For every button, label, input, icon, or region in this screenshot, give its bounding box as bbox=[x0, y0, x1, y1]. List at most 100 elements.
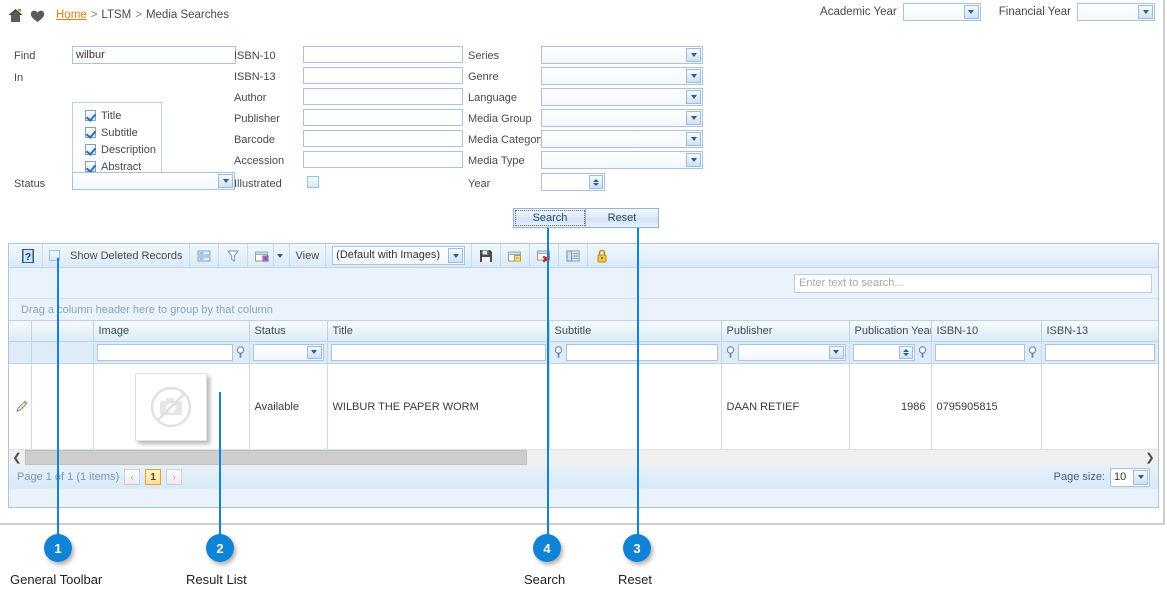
filter-options-icon[interactable] bbox=[1027, 345, 1038, 359]
export-icon bbox=[254, 248, 270, 264]
filter-spinner-buttons[interactable] bbox=[898, 345, 913, 359]
scroll-right-arrow-icon[interactable]: ❯ bbox=[1142, 449, 1158, 465]
favorite-heart-icon[interactable] bbox=[28, 6, 47, 25]
pager-next-button[interactable]: › bbox=[166, 469, 183, 485]
language-dropdown-button[interactable] bbox=[686, 90, 701, 104]
checkbox-subtitle[interactable] bbox=[85, 127, 96, 138]
status-dropdown-button[interactable] bbox=[218, 174, 233, 188]
status-dropdown[interactable] bbox=[72, 172, 235, 190]
show-deleted-records-toggle[interactable]: Show Deleted Records bbox=[43, 244, 190, 267]
delete-view-button[interactable] bbox=[530, 244, 560, 267]
checkbox-description[interactable] bbox=[85, 144, 96, 155]
pager-prev-button[interactable]: ‹ bbox=[124, 469, 141, 485]
filter-button[interactable] bbox=[219, 244, 248, 267]
filter-dropdown-status[interactable] bbox=[252, 343, 324, 361]
column-chooser-button[interactable] bbox=[559, 244, 589, 267]
checkbox-title[interactable] bbox=[85, 110, 96, 121]
series-dropdown[interactable] bbox=[541, 46, 703, 64]
checkbox-abstract[interactable] bbox=[85, 161, 96, 172]
scrollbar-track[interactable] bbox=[25, 449, 1142, 465]
media-group-dropdown-button[interactable] bbox=[686, 111, 701, 125]
filter-options-icon[interactable] bbox=[553, 345, 564, 359]
checkbox-row-description[interactable]: Description bbox=[73, 141, 161, 158]
show-deleted-records-label: Show Deleted Records bbox=[70, 249, 183, 262]
view-dropdown-button[interactable] bbox=[448, 248, 464, 263]
scroll-left-arrow-icon[interactable]: ❮ bbox=[9, 449, 25, 465]
media-type-dropdown[interactable] bbox=[541, 151, 703, 169]
column-header-subtitle[interactable]: Subtitle bbox=[549, 321, 722, 342]
annotation-leader-3 bbox=[637, 228, 639, 536]
column-header-image[interactable]: Image bbox=[93, 321, 250, 342]
grid-search-input[interactable] bbox=[794, 273, 1152, 293]
academic-year-dropdown-button[interactable] bbox=[963, 5, 979, 19]
barcode-input[interactable] bbox=[303, 130, 463, 147]
find-input[interactable] bbox=[72, 46, 236, 64]
filter-dropdown-publisher[interactable] bbox=[737, 343, 846, 361]
media-type-dropdown-button[interactable] bbox=[686, 153, 701, 167]
financial-year-dropdown-button[interactable] bbox=[1138, 5, 1153, 19]
chevron-down-icon bbox=[276, 253, 283, 258]
column-header-title[interactable]: Title bbox=[327, 321, 550, 342]
pager-page-1-button[interactable]: 1 bbox=[145, 469, 162, 485]
breadcrumb-home-link[interactable]: Home bbox=[56, 9, 87, 21]
series-dropdown-button[interactable] bbox=[686, 48, 701, 62]
filter-dropdown-status-button[interactable] bbox=[306, 345, 322, 359]
filter-input-title[interactable] bbox=[330, 343, 546, 361]
new-view-button[interactable] bbox=[501, 244, 531, 267]
illustrated-checkbox[interactable] bbox=[307, 176, 319, 188]
column-header-publisher[interactable]: Publisher bbox=[721, 321, 850, 342]
filter-options-icon[interactable] bbox=[235, 345, 246, 359]
edit-pencil-icon[interactable] bbox=[14, 399, 30, 415]
page-size-dropdown[interactable]: 10 bbox=[1110, 467, 1150, 487]
page-size-dropdown-button[interactable] bbox=[1133, 469, 1148, 485]
filter-options-icon[interactable] bbox=[725, 345, 736, 359]
checkbox-row-title[interactable]: Title bbox=[73, 107, 161, 124]
author-input[interactable] bbox=[303, 88, 463, 105]
lock-button[interactable] bbox=[588, 244, 616, 267]
filter-input-isbn10[interactable] bbox=[934, 343, 1025, 361]
export-button[interactable] bbox=[248, 244, 274, 267]
filter-spinner-publication-year[interactable] bbox=[852, 343, 915, 361]
media-category-dropdown[interactable] bbox=[541, 130, 703, 148]
academic-year-dropdown[interactable] bbox=[902, 3, 981, 21]
results-table: Image Status Title Subtitle Publisher Pu… bbox=[9, 321, 1158, 449]
filter-input-image[interactable] bbox=[96, 343, 233, 361]
export-dropdown-button[interactable] bbox=[274, 244, 290, 267]
media-category-dropdown-button[interactable] bbox=[686, 132, 701, 146]
reset-button[interactable]: Reset bbox=[585, 208, 659, 228]
language-dropdown[interactable] bbox=[541, 88, 703, 106]
filter-input-isbn13[interactable] bbox=[1044, 343, 1155, 361]
column-header-publication-year[interactable]: Publication Year bbox=[849, 321, 932, 342]
media-group-dropdown[interactable] bbox=[541, 109, 703, 127]
column-header-status[interactable]: Status bbox=[249, 321, 328, 342]
financial-year-dropdown[interactable] bbox=[1077, 3, 1155, 21]
column-header-isbn10[interactable]: ISBN-10 bbox=[931, 321, 1042, 342]
year-spinner[interactable] bbox=[541, 173, 605, 191]
view-dropdown[interactable]: (Default with Images) bbox=[332, 246, 466, 265]
annotation-number-1: 1 bbox=[54, 540, 62, 556]
save-view-button[interactable] bbox=[472, 244, 502, 267]
accession-input[interactable] bbox=[303, 151, 463, 168]
grid-horizontal-scrollbar[interactable]: ❮ ❯ bbox=[9, 449, 1158, 465]
year-spinner-buttons[interactable] bbox=[589, 175, 603, 189]
filter-dropdown-publisher-button[interactable] bbox=[828, 345, 844, 359]
column-header-isbn13[interactable]: ISBN-13 bbox=[1041, 321, 1158, 342]
filter-options-icon[interactable] bbox=[917, 345, 928, 359]
layout-button[interactable] bbox=[190, 244, 219, 267]
breadcrumb-node-ltsm[interactable]: LTSM bbox=[101, 9, 131, 21]
isbn13-input[interactable] bbox=[303, 67, 463, 84]
help-button[interactable]: ? bbox=[14, 244, 43, 267]
filter-input-subtitle[interactable] bbox=[565, 343, 718, 361]
chevron-down-icon bbox=[690, 53, 697, 57]
group-by-bar[interactable]: Drag a column header here to group by th… bbox=[9, 298, 1158, 321]
checkbox-row-subtitle[interactable]: Subtitle bbox=[73, 124, 161, 141]
genre-dropdown-button[interactable] bbox=[686, 69, 701, 83]
table-row[interactable]: Available WILBUR THE PAPER WORM DAAN RET… bbox=[9, 363, 1158, 449]
scrollbar-thumb[interactable] bbox=[25, 449, 527, 465]
row-edit-cell[interactable] bbox=[9, 363, 32, 449]
home-icon[interactable] bbox=[6, 6, 25, 25]
genre-dropdown[interactable] bbox=[541, 67, 703, 85]
search-button[interactable]: Search bbox=[513, 208, 587, 228]
publisher-input[interactable] bbox=[303, 109, 463, 126]
isbn10-input[interactable] bbox=[303, 46, 463, 63]
